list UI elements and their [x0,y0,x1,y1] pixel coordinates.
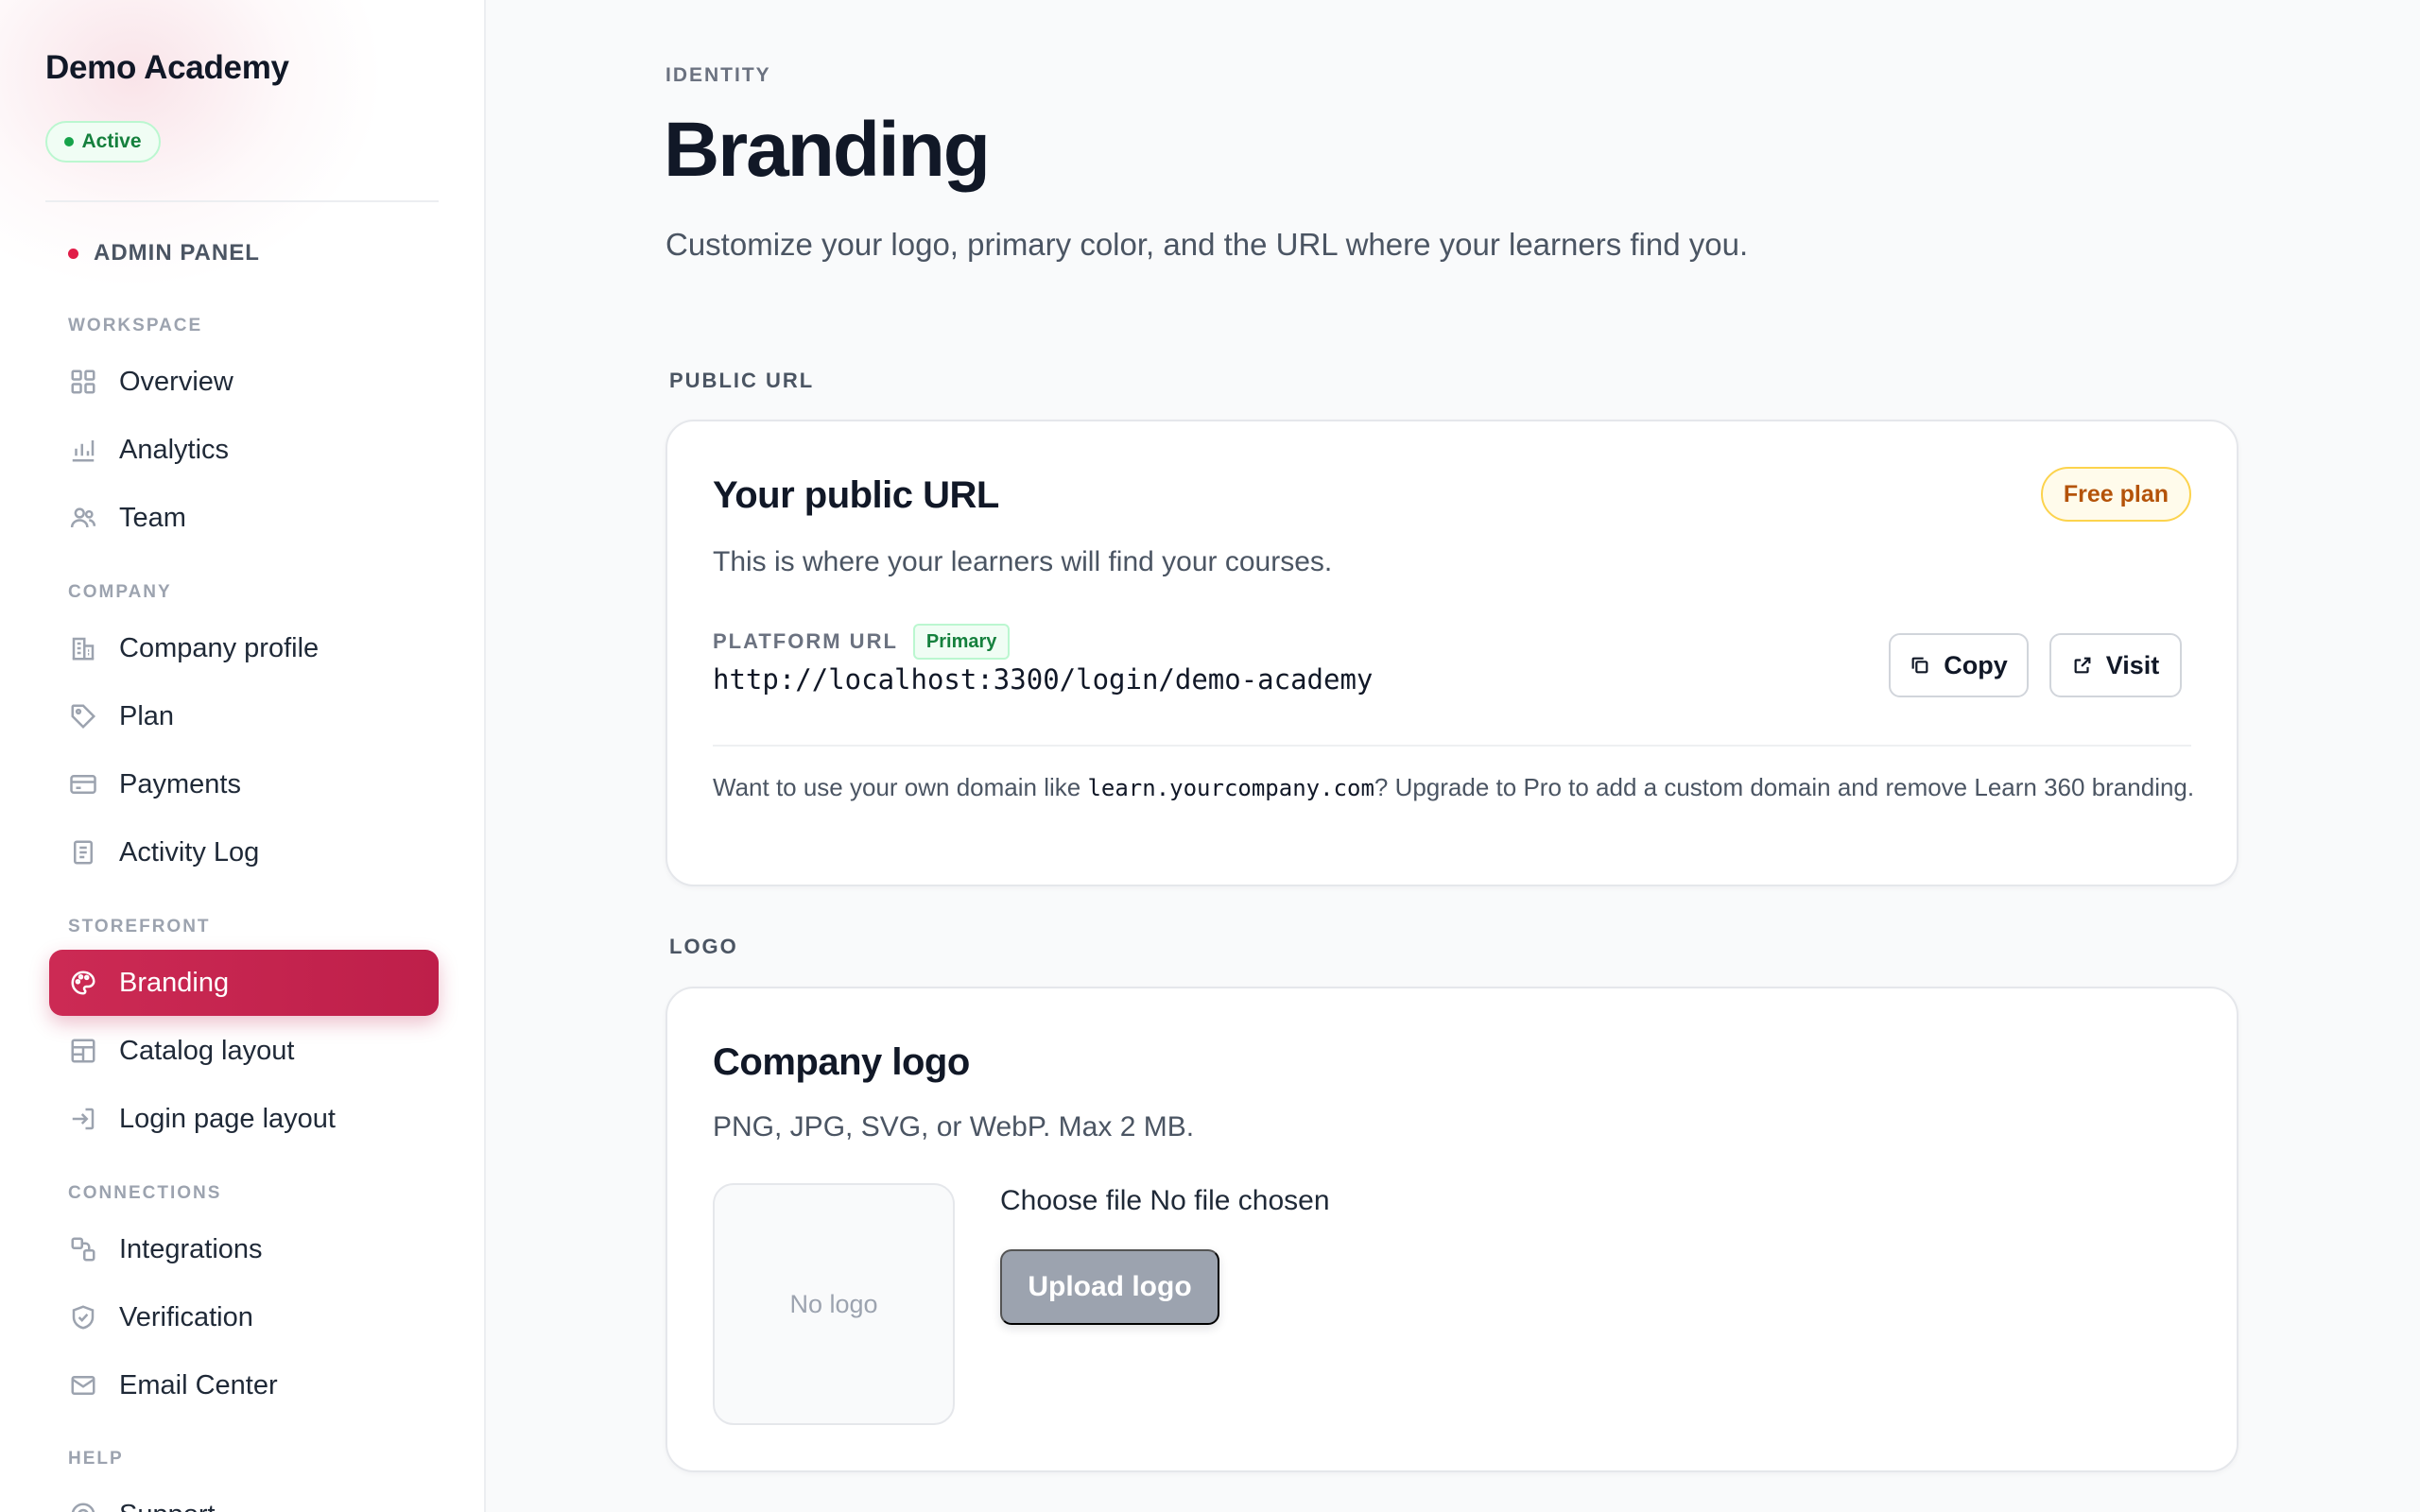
document-icon [68,837,98,868]
sidebar-item-overview[interactable]: Overview [49,349,439,415]
sidebar-item-verification[interactable]: Verification [49,1284,439,1350]
company-name: Demo Academy [45,49,289,86]
sidebar-item-label: Plan [119,700,175,731]
bar-chart-icon [68,435,98,465]
copy-url-label: Copy [1944,650,2008,679]
sidebar-item-label: Branding [119,967,230,998]
sidebar-item-label: Login page layout [119,1103,336,1134]
sidebar-item-activity-log[interactable]: Activity Log [49,819,439,885]
copy-url-button[interactable]: Copy [1889,633,2029,697]
admin-panel-dot [68,248,78,259]
tag-icon [68,701,98,731]
logo-preview: No logo [713,1183,955,1425]
sidebar-item-label: Payments [119,768,241,799]
mail-icon [68,1370,98,1400]
logo-file-input[interactable]: Choose file No file chosen [1000,1185,1330,1217]
section-label-public-url: PUBLIC URL [669,369,815,392]
platform-url-label: PLATFORM URL Primary [713,624,1011,660]
sidebar-divider [45,200,439,202]
section-label-workspace: WORKSPACE [68,316,203,335]
platform-url-value: http://localhost:3300/login/demo-academy [713,663,1374,696]
credit-card-icon [68,769,98,799]
admin-panel-label: ADMIN PANEL [68,240,260,266]
sidebar-item-payments[interactable]: Payments [49,751,439,817]
admin-panel-text: ADMIN PANEL [94,240,260,266]
sidebar-item-login-page-layout[interactable]: Login page layout [49,1086,439,1152]
public-url-description: This is where your learners will find yo… [713,546,1333,577]
copy-icon [1911,657,1928,674]
status-dot [64,137,75,146]
login-icon [68,1104,98,1134]
sidebar-item-integrations[interactable]: Integrations [49,1216,439,1282]
sidebar-item-label: Activity Log [119,836,260,868]
public-url-card: Your public URL Free plan This is where … [666,420,2238,886]
layout-icon [68,1036,98,1066]
platform-url-label-text: PLATFORM URL [713,629,898,653]
sidebar-item-label: Email Center [119,1369,278,1400]
custom-domain-example: learn.yourcompany.com [1087,775,1374,801]
main-content: IDENTITY Branding Customize your logo, p… [488,0,2420,1512]
palette-icon [68,968,98,998]
page-title: Branding [664,107,991,193]
status-text: Active [81,130,142,152]
sidebar-item-label: Overview [119,366,233,397]
section-label-help: HELP [68,1449,124,1469]
section-label-connections: CONNECTIONS [68,1183,222,1203]
sidebar-item-branding[interactable]: Branding [49,950,439,1016]
sidebar-item-support[interactable]: Support [49,1482,439,1512]
sidebar: Demo Academy Active ADMIN PANEL WORKSPAC… [0,0,486,1512]
logo-placeholder-text: No logo [789,1289,878,1318]
section-label-logo: LOGO [669,935,738,958]
sidebar-item-email-center[interactable]: Email Center [49,1352,439,1418]
visit-url-label: Visit [2105,650,2160,679]
plan-badge: Free plan [2040,467,2191,522]
grid-icon [68,367,98,397]
help-circle-icon [68,1500,98,1512]
public-url-title: Your public URL [713,474,999,516]
sidebar-item-team[interactable]: Team [49,485,439,551]
company-logo-card: Company logo PNG, JPG, SVG, or WebP. Max… [666,987,2238,1472]
visit-url-button[interactable]: Visit [2049,633,2182,697]
page-subtitle: Customize your logo, primary color, and … [666,227,1749,262]
custom-domain-note-start: Want to use your own domain like [713,773,1088,801]
page-eyebrow: IDENTITY [666,64,771,86]
sidebar-item-analytics[interactable]: Analytics [49,417,439,483]
section-label-company: COMPANY [68,582,172,602]
users-icon [68,503,98,533]
section-label-storefront: STOREFRONT [68,917,211,936]
sidebar-item-label: Catalog layout [119,1035,295,1066]
integrations-icon [68,1234,98,1264]
sidebar-item-company-profile[interactable]: Company profile [49,615,439,681]
building-icon [68,633,98,663]
company-logo-title: Company logo [713,1041,970,1083]
external-link-icon [2074,657,2091,674]
custom-domain-note-end: ? Upgrade to Pro to add a custom domain … [1374,773,2195,801]
custom-domain-note: Want to use your own domain like learn.y… [713,769,2197,806]
sidebar-item-label: Analytics [119,434,230,465]
sidebar-item-label: Team [119,502,186,533]
sidebar-item-label: Support [119,1500,216,1512]
status-badge: Active [45,121,161,163]
primary-tag: Primary [912,624,1011,660]
company-logo-description: PNG, JPG, SVG, or WebP. Max 2 MB. [713,1111,1195,1143]
upload-logo-button[interactable]: Upload logo [1000,1249,1219,1325]
sidebar-item-catalog-layout[interactable]: Catalog layout [49,1018,439,1084]
sidebar-item-label: Integrations [119,1233,263,1264]
sidebar-item-plan[interactable]: Plan [49,683,439,749]
shield-check-icon [68,1302,98,1332]
sidebar-item-label: Company profile [119,632,320,663]
card-divider [713,745,2191,747]
sidebar-item-label: Verification [119,1301,253,1332]
